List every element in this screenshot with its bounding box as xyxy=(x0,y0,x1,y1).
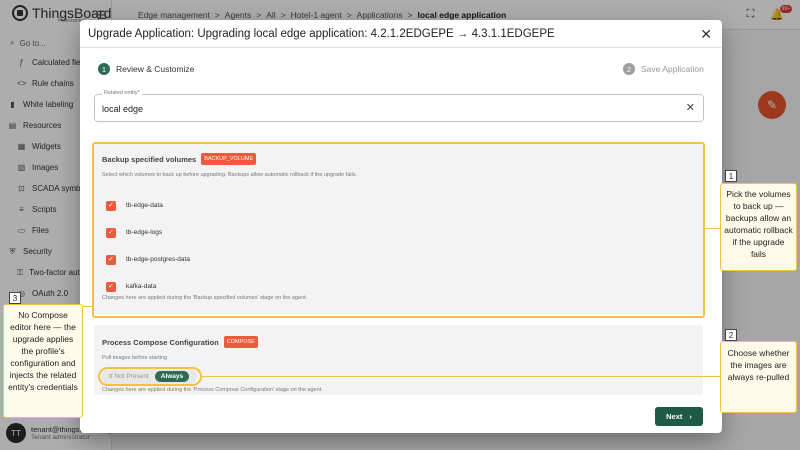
compose-card-note: Changes here are applied during the 'Pro… xyxy=(102,387,323,393)
clear-icon[interactable]: ✕ xyxy=(686,101,695,114)
compose-card-title: Process Compose Configuration xyxy=(102,337,219,347)
dialog-title-prefix: Upgrade Application: xyxy=(88,28,195,40)
callout-3-number: 3 xyxy=(9,292,21,304)
compose-tag: COMPOSE xyxy=(223,336,258,348)
next-label: Next xyxy=(666,412,683,421)
callout-3: No Compose editor here — the upgrade app… xyxy=(3,304,83,418)
callout-2: Choose whether the images are always re-… xyxy=(720,341,797,413)
dialog-divider xyxy=(80,47,722,48)
step-number: 1 xyxy=(98,63,110,75)
step-number: 2 xyxy=(623,63,635,75)
callout-1-leader xyxy=(705,228,720,229)
related-entity-label: Related entity* xyxy=(102,90,142,96)
callout-1: Pick the volumes to back up — backups al… xyxy=(720,183,797,271)
related-entity-value: local edge xyxy=(102,104,144,114)
related-entity-field[interactable]: Related entity* local edge ✕ xyxy=(94,90,704,122)
step-review-customize[interactable]: 1 Review & Customize xyxy=(98,63,194,75)
compose-card-description: Pull images before starting xyxy=(102,355,168,361)
step-label: Review & Customize xyxy=(116,64,195,74)
step-label: Save Application xyxy=(641,64,704,74)
chevron-right-icon: › xyxy=(689,412,692,421)
close-icon[interactable]: ✕ xyxy=(700,26,712,43)
toggle-highlight xyxy=(98,367,202,386)
step-save-application[interactable]: 2 Save Application xyxy=(623,63,704,75)
callout-1-number: 1 xyxy=(725,170,737,182)
dialog-title-text: Upgrading local edge application: 4.2.1.… xyxy=(197,28,555,40)
callout-2-number: 2 xyxy=(725,329,737,341)
next-button[interactable]: Next › xyxy=(655,407,703,426)
callout-2-leader xyxy=(202,376,720,377)
dialog-title: Upgrade Application: Upgrading local edg… xyxy=(88,28,555,40)
backup-highlight xyxy=(92,142,705,318)
callout-3-leader xyxy=(83,306,92,307)
